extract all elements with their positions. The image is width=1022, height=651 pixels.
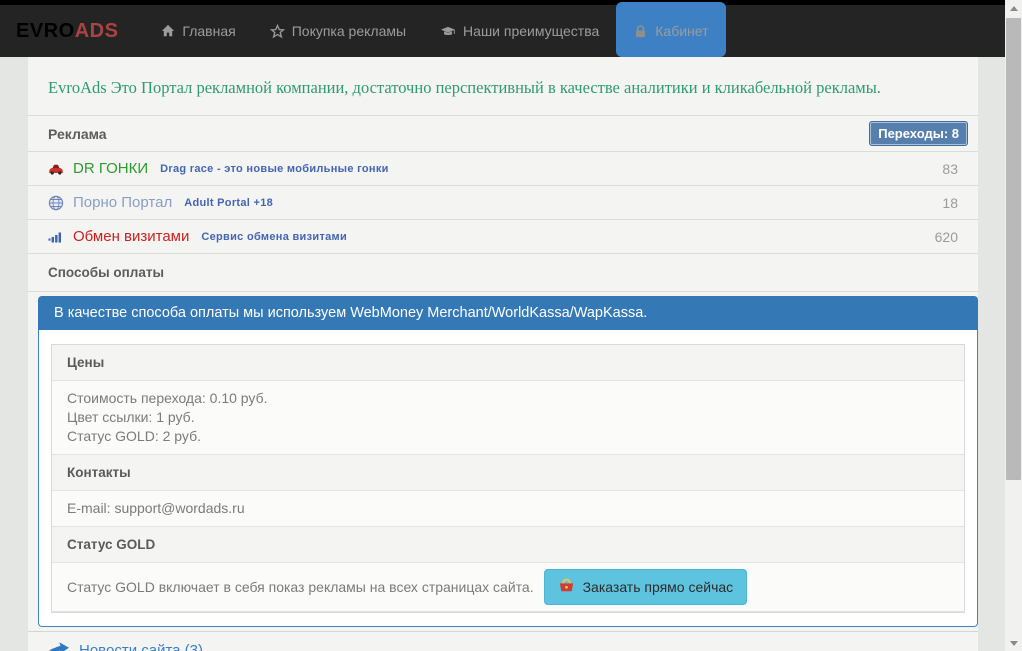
- nav-item-home[interactable]: Главная: [144, 5, 252, 57]
- scrollbar[interactable]: [1005, 0, 1022, 651]
- info-panel: Цены Стоимость перехода: 0.10 руб. Цвет …: [51, 344, 965, 613]
- page: EVROADS Главная Покупка рекламы Наши пре…: [0, 0, 1022, 651]
- nav-item-buy-ads[interactable]: Покупка рекламы: [253, 5, 423, 57]
- home-icon: [161, 24, 175, 38]
- globe-icon: [48, 195, 64, 211]
- brand-logo[interactable]: EVROADS: [0, 5, 144, 57]
- payment-panel-notice: В качестве способа оплаты мы используем …: [38, 296, 978, 330]
- nav-item-label: Наши преимущества: [463, 23, 599, 39]
- scrollbar-thumb[interactable]: [1006, 18, 1021, 480]
- graduation-cap-icon: [440, 24, 456, 39]
- ad-count: 620: [935, 229, 958, 245]
- transitions-badge[interactable]: Переходы: 8: [869, 121, 968, 146]
- payment-panel: В качестве способа оплаты мы используем …: [38, 296, 978, 627]
- gold-status-body: Статус GOLD включает в себя показ реклам…: [52, 563, 964, 612]
- order-now-button[interactable]: Заказать прямо сейчас: [544, 569, 748, 605]
- news-link-label: Новости сайта (3): [79, 642, 203, 651]
- scroll-down-button[interactable]: [1005, 635, 1022, 651]
- payment-panel-body: Цены Стоимость перехода: 0.10 руб. Цвет …: [38, 330, 978, 627]
- ads-panel-title: Реклама: [48, 126, 107, 142]
- arrow-up-icon: [1010, 6, 1018, 11]
- ad-title: DR ГОНКИ: [73, 160, 148, 177]
- nav-item-advantages[interactable]: Наши преимущества: [423, 5, 616, 57]
- car-icon: [48, 161, 64, 177]
- ads-panel-header: Реклама Переходы: 8: [28, 115, 978, 152]
- news-link[interactable]: Новости сайта (3): [28, 631, 978, 651]
- payments-section-title: Способы оплаты: [28, 254, 978, 292]
- arrow-right-icon: [48, 641, 70, 651]
- ad-count: 18: [942, 195, 958, 211]
- order-now-label: Заказать прямо сейчас: [583, 579, 734, 595]
- brand-accent: ADS: [75, 20, 119, 43]
- nav-item-label: Главная: [182, 23, 235, 39]
- ad-row-porno-portal[interactable]: Порно Портал Adult Portal +18 18: [28, 186, 978, 220]
- gold-status-text: Статус GOLD включает в себя показ реклам…: [67, 578, 534, 597]
- ad-count: 83: [942, 161, 958, 177]
- intro-text: EvroAds Это Портал рекламной компании, д…: [28, 57, 978, 115]
- ad-row-obmen-vizitami[interactable]: Обмен визитами Сервис обмена визитами 62…: [28, 220, 978, 254]
- arrow-down-icon: [1010, 641, 1018, 646]
- navbar: EVROADS Главная Покупка рекламы Наши пре…: [0, 5, 1005, 57]
- ads-panel: Реклама Переходы: 8 DR ГОНКИ Drag race -…: [28, 115, 978, 292]
- ad-subtitle: Сервис обмена визитами: [201, 231, 347, 243]
- pricing-body: Стоимость перехода: 0.10 руб. Цвет ссылк…: [52, 381, 964, 455]
- signal-bars-icon: [48, 229, 64, 245]
- ad-subtitle: Drag race - это новые мобильные гонки: [160, 163, 389, 175]
- nav-items: Главная Покупка рекламы Наши преимуществ…: [144, 5, 725, 57]
- nav-item-label: Покупка рекламы: [292, 23, 406, 39]
- nav-item-cabinet[interactable]: Кабинет: [616, 2, 725, 57]
- lock-icon: [633, 24, 648, 39]
- main-content: EvroAds Это Портал рекламной компании, д…: [28, 57, 978, 651]
- contacts-title: Контакты: [52, 455, 964, 491]
- ad-row-dr-gonki[interactable]: DR ГОНКИ Drag race - это новые мобильные…: [28, 152, 978, 186]
- gold-status-title: Статус GOLD: [52, 527, 964, 563]
- scroll-up-button[interactable]: [1005, 0, 1022, 16]
- price-line: Стоимость перехода: 0.10 руб.: [67, 389, 949, 408]
- basket-icon: [558, 577, 575, 597]
- nav-item-label: Кабинет: [655, 23, 708, 39]
- ad-title: Порно Портал: [73, 194, 172, 211]
- ad-subtitle: Adult Portal +18: [184, 197, 273, 209]
- star-icon: [270, 24, 285, 39]
- brand-primary: EVRO: [16, 20, 75, 43]
- price-line: Статус GOLD: 2 руб.: [67, 427, 949, 446]
- ad-title: Обмен визитами: [73, 228, 189, 245]
- contacts-email: E-mail: support@wordads.ru: [52, 491, 964, 527]
- price-line: Цвет ссылки: 1 руб.: [67, 408, 949, 427]
- pricing-title: Цены: [52, 345, 964, 381]
